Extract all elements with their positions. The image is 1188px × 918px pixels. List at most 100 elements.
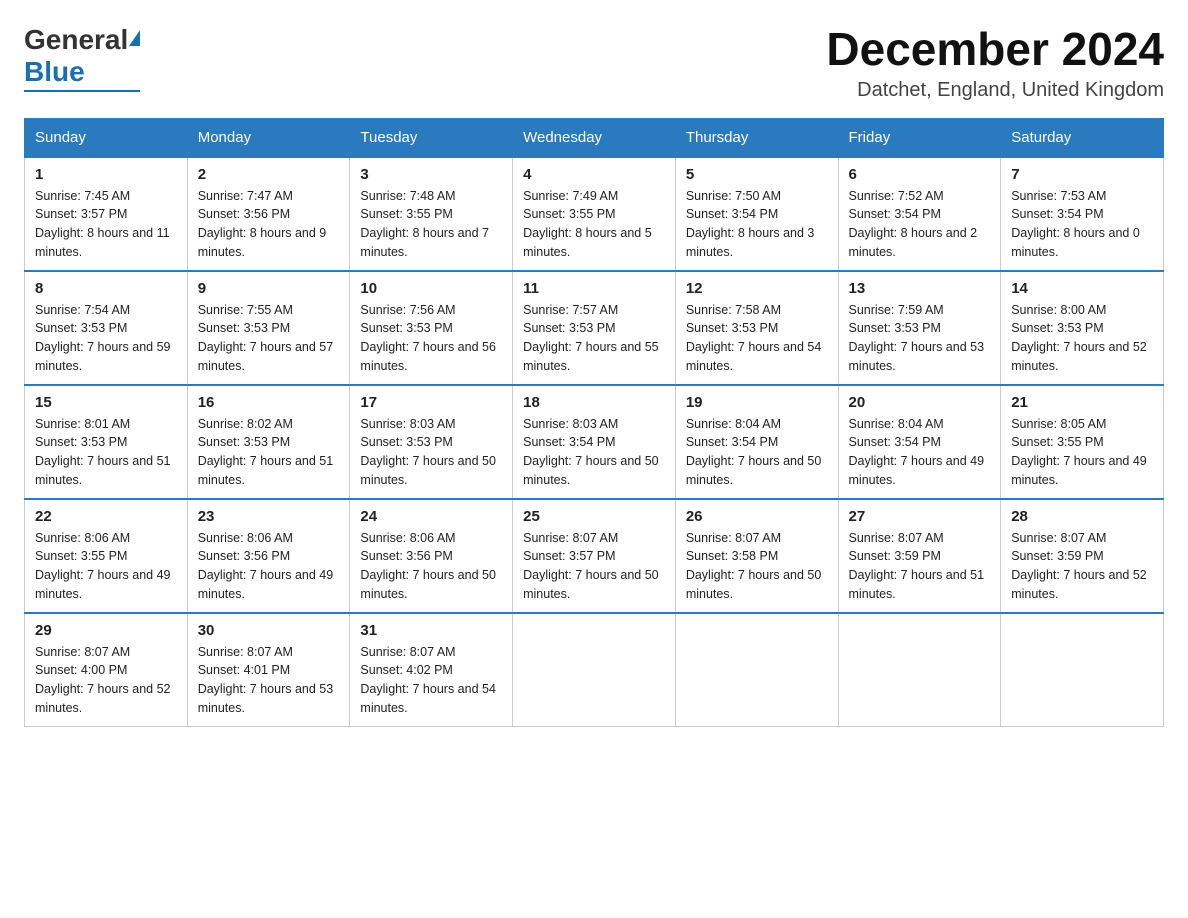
- table-row: 21 Sunrise: 8:05 AM Sunset: 3:55 PM Dayl…: [1001, 385, 1164, 499]
- sunrise-label: Sunrise: 8:07 AM: [686, 531, 781, 545]
- table-row: [513, 613, 676, 727]
- sunset-label: Sunset: 3:56 PM: [198, 207, 290, 221]
- table-row: [1001, 613, 1164, 727]
- table-row: 23 Sunrise: 8:06 AM Sunset: 3:56 PM Dayl…: [187, 499, 350, 613]
- sunrise-label: Sunrise: 7:45 AM: [35, 189, 130, 203]
- daylight-label: Daylight: 7 hours and 53 minutes.: [849, 340, 985, 373]
- sunrise-label: Sunrise: 8:05 AM: [1011, 417, 1106, 431]
- sunrise-label: Sunrise: 8:02 AM: [198, 417, 293, 431]
- sunrise-label: Sunrise: 7:53 AM: [1011, 189, 1106, 203]
- sunrise-label: Sunrise: 8:07 AM: [523, 531, 618, 545]
- sunrise-label: Sunrise: 7:56 AM: [360, 303, 455, 317]
- table-row: 9 Sunrise: 7:55 AM Sunset: 3:53 PM Dayli…: [187, 271, 350, 385]
- daylight-label: Daylight: 7 hours and 50 minutes.: [360, 454, 496, 487]
- table-row: 24 Sunrise: 8:06 AM Sunset: 3:56 PM Dayl…: [350, 499, 513, 613]
- sunset-label: Sunset: 3:54 PM: [523, 435, 615, 449]
- table-row: [675, 613, 838, 727]
- sunset-label: Sunset: 3:57 PM: [523, 549, 615, 563]
- day-number: 12: [686, 280, 828, 297]
- day-info: Sunrise: 8:03 AM Sunset: 3:53 PM Dayligh…: [360, 415, 502, 490]
- day-number: 1: [35, 166, 177, 183]
- sunset-label: Sunset: 3:53 PM: [35, 321, 127, 335]
- daylight-label: Daylight: 7 hours and 55 minutes.: [523, 340, 659, 373]
- sunset-label: Sunset: 3:59 PM: [1011, 549, 1103, 563]
- sunrise-label: Sunrise: 8:04 AM: [849, 417, 944, 431]
- sunrise-label: Sunrise: 8:06 AM: [198, 531, 293, 545]
- col-saturday: Saturday: [1001, 118, 1164, 157]
- day-number: 16: [198, 394, 340, 411]
- day-info: Sunrise: 8:05 AM Sunset: 3:55 PM Dayligh…: [1011, 415, 1153, 490]
- col-wednesday: Wednesday: [513, 118, 676, 157]
- sunrise-label: Sunrise: 8:07 AM: [1011, 531, 1106, 545]
- table-row: [838, 613, 1001, 727]
- sunset-label: Sunset: 3:55 PM: [360, 207, 452, 221]
- sunset-label: Sunset: 3:53 PM: [686, 321, 778, 335]
- sunrise-label: Sunrise: 8:07 AM: [35, 645, 130, 659]
- day-info: Sunrise: 8:07 AM Sunset: 3:59 PM Dayligh…: [1011, 529, 1153, 604]
- table-row: 5 Sunrise: 7:50 AM Sunset: 3:54 PM Dayli…: [675, 157, 838, 271]
- day-info: Sunrise: 8:03 AM Sunset: 3:54 PM Dayligh…: [523, 415, 665, 490]
- day-number: 21: [1011, 394, 1153, 411]
- table-row: 15 Sunrise: 8:01 AM Sunset: 3:53 PM Dayl…: [25, 385, 188, 499]
- table-row: 29 Sunrise: 8:07 AM Sunset: 4:00 PM Dayl…: [25, 613, 188, 727]
- day-number: 27: [849, 508, 991, 525]
- sunrise-label: Sunrise: 8:06 AM: [360, 531, 455, 545]
- col-monday: Monday: [187, 118, 350, 157]
- day-number: 6: [849, 166, 991, 183]
- day-number: 31: [360, 622, 502, 639]
- day-info: Sunrise: 8:04 AM Sunset: 3:54 PM Dayligh…: [686, 415, 828, 490]
- sunset-label: Sunset: 3:53 PM: [198, 435, 290, 449]
- daylight-label: Daylight: 7 hours and 50 minutes.: [686, 454, 822, 487]
- day-number: 30: [198, 622, 340, 639]
- sunrise-label: Sunrise: 8:00 AM: [1011, 303, 1106, 317]
- sunset-label: Sunset: 4:02 PM: [360, 663, 452, 677]
- logo-blue-text: Blue: [24, 56, 85, 88]
- day-info: Sunrise: 8:00 AM Sunset: 3:53 PM Dayligh…: [1011, 301, 1153, 376]
- day-number: 5: [686, 166, 828, 183]
- sunrise-label: Sunrise: 7:47 AM: [198, 189, 293, 203]
- day-number: 11: [523, 280, 665, 297]
- daylight-label: Daylight: 8 hours and 9 minutes.: [198, 226, 327, 259]
- day-number: 14: [1011, 280, 1153, 297]
- month-year-title: December 2024: [826, 24, 1164, 75]
- daylight-label: Daylight: 7 hours and 51 minutes.: [198, 454, 334, 487]
- day-number: 9: [198, 280, 340, 297]
- table-row: 4 Sunrise: 7:49 AM Sunset: 3:55 PM Dayli…: [513, 157, 676, 271]
- table-row: 13 Sunrise: 7:59 AM Sunset: 3:53 PM Dayl…: [838, 271, 1001, 385]
- day-info: Sunrise: 8:02 AM Sunset: 3:53 PM Dayligh…: [198, 415, 340, 490]
- day-info: Sunrise: 7:49 AM Sunset: 3:55 PM Dayligh…: [523, 187, 665, 262]
- table-row: 31 Sunrise: 8:07 AM Sunset: 4:02 PM Dayl…: [350, 613, 513, 727]
- sunrise-label: Sunrise: 7:54 AM: [35, 303, 130, 317]
- col-thursday: Thursday: [675, 118, 838, 157]
- daylight-label: Daylight: 8 hours and 5 minutes.: [523, 226, 652, 259]
- logo-general-text: General: [24, 24, 128, 56]
- calendar-row: 29 Sunrise: 8:07 AM Sunset: 4:00 PM Dayl…: [25, 613, 1164, 727]
- page-header: General Blue December 2024 Datchet, Engl…: [24, 24, 1164, 102]
- table-row: 7 Sunrise: 7:53 AM Sunset: 3:54 PM Dayli…: [1001, 157, 1164, 271]
- sunset-label: Sunset: 3:53 PM: [360, 321, 452, 335]
- sunset-label: Sunset: 3:54 PM: [686, 435, 778, 449]
- daylight-label: Daylight: 7 hours and 50 minutes.: [523, 454, 659, 487]
- daylight-label: Daylight: 7 hours and 54 minutes.: [686, 340, 822, 373]
- table-row: 14 Sunrise: 8:00 AM Sunset: 3:53 PM Dayl…: [1001, 271, 1164, 385]
- day-number: 3: [360, 166, 502, 183]
- daylight-label: Daylight: 7 hours and 49 minutes.: [849, 454, 985, 487]
- calendar-row: 1 Sunrise: 7:45 AM Sunset: 3:57 PM Dayli…: [25, 157, 1164, 271]
- calendar-row: 15 Sunrise: 8:01 AM Sunset: 3:53 PM Dayl…: [25, 385, 1164, 499]
- sunrise-label: Sunrise: 7:52 AM: [849, 189, 944, 203]
- table-row: 25 Sunrise: 8:07 AM Sunset: 3:57 PM Dayl…: [513, 499, 676, 613]
- calendar-header: Sunday Monday Tuesday Wednesday Thursday…: [25, 118, 1164, 157]
- sunset-label: Sunset: 3:57 PM: [35, 207, 127, 221]
- day-number: 8: [35, 280, 177, 297]
- daylight-label: Daylight: 8 hours and 7 minutes.: [360, 226, 489, 259]
- day-number: 7: [1011, 166, 1153, 183]
- daylight-label: Daylight: 8 hours and 11 minutes.: [35, 226, 170, 259]
- day-number: 20: [849, 394, 991, 411]
- day-number: 24: [360, 508, 502, 525]
- day-info: Sunrise: 8:07 AM Sunset: 3:57 PM Dayligh…: [523, 529, 665, 604]
- daylight-label: Daylight: 7 hours and 49 minutes.: [35, 568, 171, 601]
- sunset-label: Sunset: 3:53 PM: [35, 435, 127, 449]
- sunset-label: Sunset: 3:54 PM: [686, 207, 778, 221]
- day-info: Sunrise: 7:55 AM Sunset: 3:53 PM Dayligh…: [198, 301, 340, 376]
- day-number: 28: [1011, 508, 1153, 525]
